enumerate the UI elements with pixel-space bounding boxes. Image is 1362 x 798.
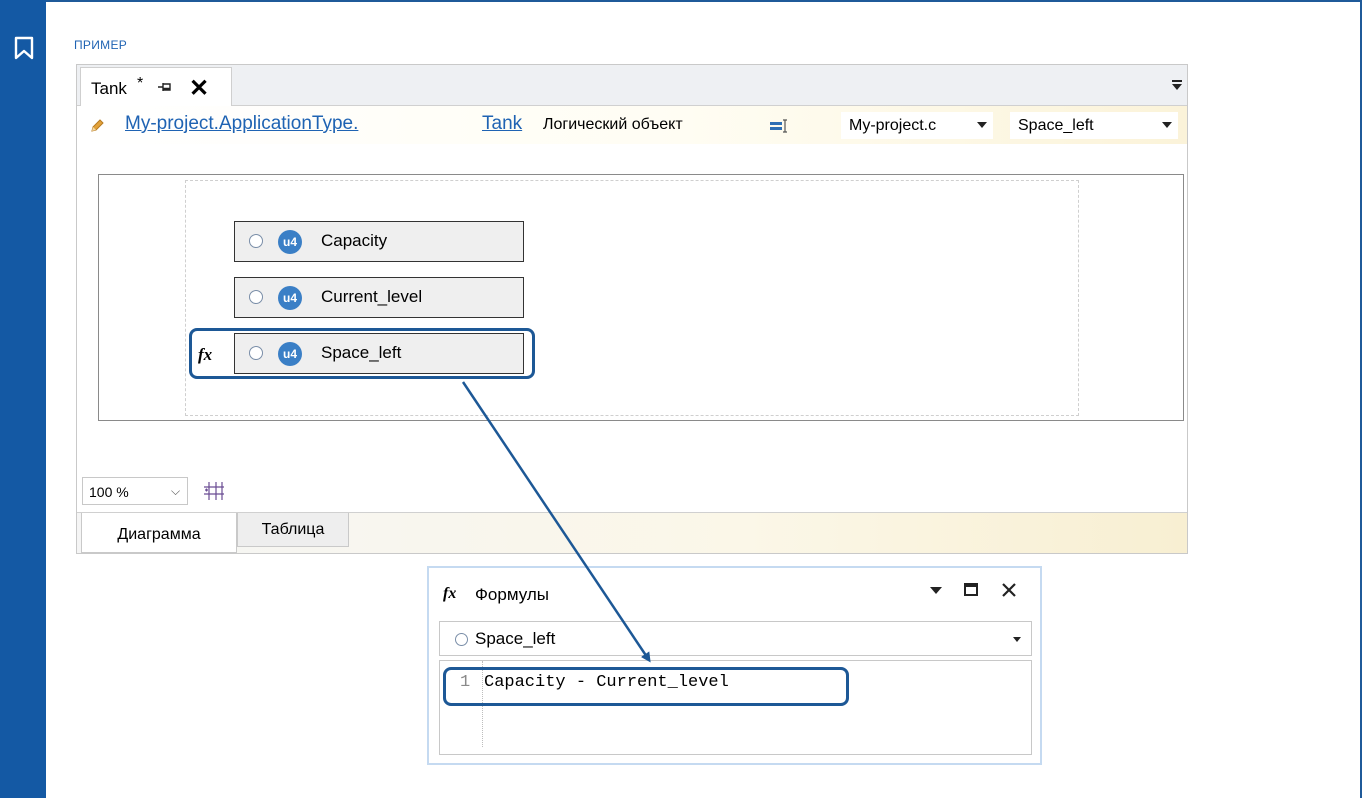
view-tab-bar: Диаграмма Таблица <box>77 512 1187 553</box>
attribute-combo-value: Space_left <box>1018 117 1094 134</box>
attribute-node-capacity[interactable]: u4 Capacity <box>234 221 524 262</box>
object-type-label: Логический объект <box>543 116 683 133</box>
project-combo-value: My-project.c <box>849 117 937 134</box>
project-combo[interactable]: My-project.c <box>841 112 993 139</box>
highlight-box-node <box>189 328 535 379</box>
tab-diagram[interactable]: Диаграмма <box>81 513 237 553</box>
modified-marker: * <box>137 75 144 92</box>
chevron-down-icon[interactable] <box>929 580 943 600</box>
dropdown-icon <box>1162 122 1172 128</box>
formulas-panel-title: Формулы <box>475 585 549 604</box>
tab-menu-icon[interactable] <box>1171 79 1183 91</box>
document-tab[interactable]: Tank * ✕ <box>80 67 232 107</box>
document-tab-strip: Tank * ✕ <box>77 65 1187 107</box>
attribute-name: Current_level <box>321 287 423 306</box>
radio-icon <box>249 234 263 248</box>
chevron-down-icon: ⌵ <box>171 484 181 498</box>
attribute-select-value: Space_left <box>475 629 556 648</box>
dropdown-icon <box>1013 637 1021 642</box>
attribute-select[interactable]: Space_left <box>439 621 1032 656</box>
document-tab-title: Tank <box>91 79 127 98</box>
zoom-select[interactable]: 100 % ⌵ <box>82 477 188 505</box>
formulas-panel: fx Формулы Space_left 1 Capacity - Curre… <box>427 566 1042 765</box>
dropdown-icon <box>977 122 987 128</box>
object-type-icon <box>770 119 787 133</box>
type-badge: u4 <box>278 286 302 310</box>
type-badge: u4 <box>278 230 302 254</box>
close-icon[interactable]: ✕ <box>189 74 209 103</box>
radio-icon <box>249 290 263 304</box>
highlight-box-formula <box>443 667 849 706</box>
left-sidebar <box>0 0 46 798</box>
object-link[interactable]: Tank <box>482 113 522 135</box>
bookmark-icon <box>14 36 34 60</box>
formula-icon: fx <box>443 585 457 602</box>
radio-icon <box>455 633 468 646</box>
path-bar: My-project.ApplicationType. Tank Логичес… <box>77 106 1187 144</box>
pin-icon[interactable] <box>157 81 173 93</box>
project-link[interactable]: My-project.ApplicationType. <box>125 113 358 135</box>
maximize-icon[interactable] <box>963 580 979 600</box>
attribute-combo[interactable]: Space_left <box>1010 112 1178 139</box>
close-icon[interactable] <box>1001 580 1017 600</box>
pencil-icon <box>91 119 104 132</box>
top-border <box>0 0 1362 2</box>
attribute-name: Capacity <box>321 231 388 250</box>
section-label: ПРИМЕР <box>74 38 128 52</box>
grid-icon[interactable] <box>202 480 226 502</box>
attribute-node-current-level[interactable]: u4 Current_level <box>234 277 524 318</box>
tab-table[interactable]: Таблица <box>237 513 349 547</box>
zoom-value: 100 % <box>89 484 129 500</box>
